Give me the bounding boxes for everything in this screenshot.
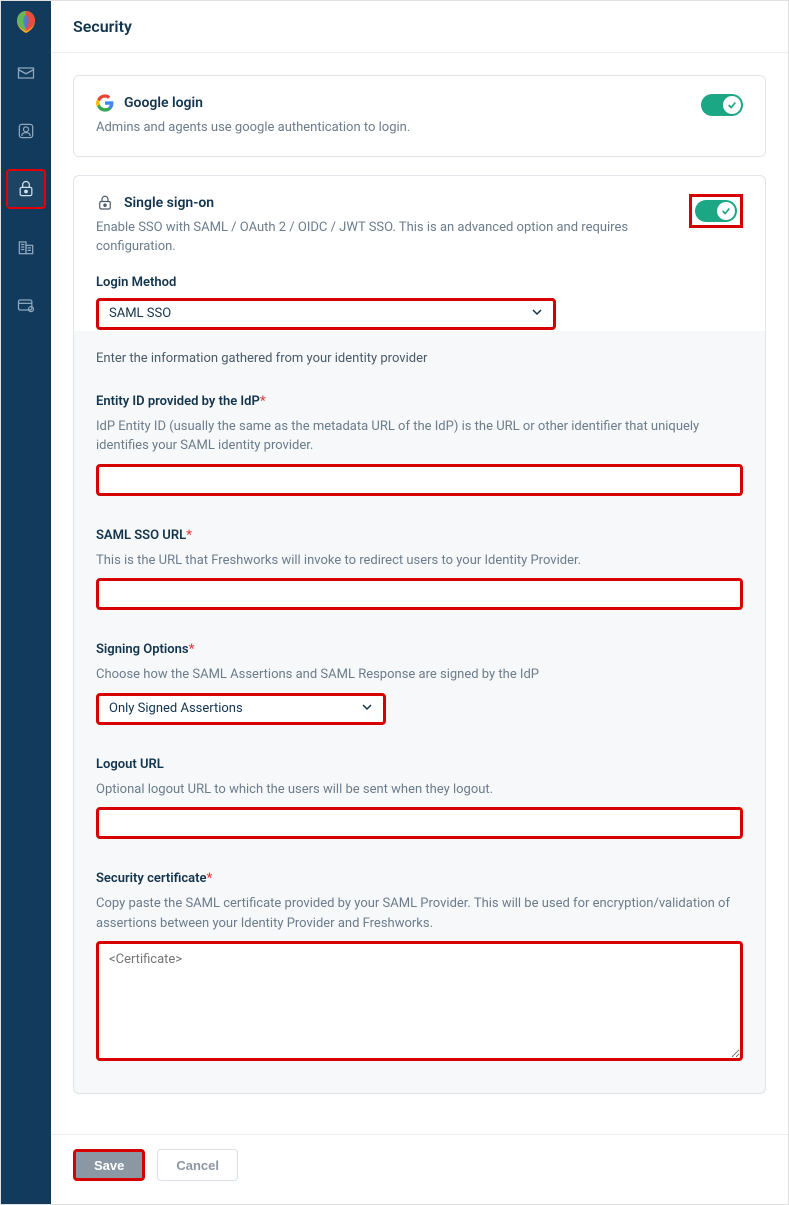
- entity-id-label: Entity ID provided by the IdP*: [96, 394, 743, 409]
- footer: Save Cancel: [51, 1134, 788, 1195]
- sso-toggle-highlight: [689, 194, 743, 228]
- sidebar-item-contacts[interactable]: [6, 111, 46, 151]
- signing-label: Signing Options*: [96, 642, 743, 657]
- signing-select[interactable]: Only Signed Assertions: [96, 693, 386, 725]
- entity-id-input[interactable]: [96, 464, 743, 496]
- google-login-card: Google login Admins and agents use googl…: [73, 75, 766, 157]
- entity-id-help: IdP Entity ID (usually the same as the m…: [96, 417, 743, 456]
- sso-toggle[interactable]: [695, 200, 737, 222]
- cert-help: Copy paste the SAML certificate provided…: [96, 894, 743, 933]
- toggle-knob: [723, 96, 741, 114]
- config-intro: Enter the information gathered from your…: [96, 351, 743, 366]
- cancel-button[interactable]: Cancel: [157, 1149, 238, 1181]
- page-header: Security: [51, 1, 788, 53]
- sidebar-item-security[interactable]: [6, 169, 46, 209]
- signing-value: Only Signed Assertions: [109, 701, 243, 716]
- google-icon: [96, 94, 114, 112]
- sso-desc: Enable SSO with SAML / OAuth 2 / OIDC / …: [96, 218, 675, 257]
- lock-icon: [96, 194, 114, 212]
- page-title: Security: [73, 17, 766, 36]
- login-method-label: Login Method: [96, 275, 743, 290]
- google-login-title: Google login: [124, 95, 203, 111]
- google-login-toggle[interactable]: [701, 94, 743, 116]
- chevron-down-icon: [361, 701, 373, 717]
- logout-url-input[interactable]: [96, 807, 743, 839]
- saml-config-section: Enter the information gathered from your…: [73, 331, 766, 1095]
- signing-help: Choose how the SAML Assertions and SAML …: [96, 665, 743, 685]
- sso-url-help: This is the URL that Freshworks will inv…: [96, 551, 743, 571]
- content: Google login Admins and agents use googl…: [51, 53, 788, 1134]
- sidebar-item-org[interactable]: [6, 227, 46, 267]
- logout-url-help: Optional logout URL to which the users w…: [96, 780, 743, 800]
- sidebar-item-inbox[interactable]: [6, 53, 46, 93]
- sidebar-item-billing[interactable]: [6, 285, 46, 325]
- sso-title: Single sign-on: [124, 195, 214, 211]
- login-method-value: SAML SSO: [109, 306, 171, 321]
- sidebar: [1, 1, 51, 1204]
- sso-url-input[interactable]: [96, 578, 743, 610]
- toggle-knob: [717, 202, 735, 220]
- app-logo: [13, 9, 39, 35]
- login-method-select[interactable]: SAML SSO: [96, 298, 556, 330]
- main: Security Google login Admins and agents …: [51, 1, 788, 1204]
- logout-url-label: Logout URL: [96, 757, 743, 772]
- cert-label: Security certificate*: [96, 871, 743, 886]
- sso-card: Single sign-on Enable SSO with SAML / OA…: [73, 175, 766, 349]
- save-button[interactable]: Save: [73, 1149, 145, 1181]
- google-login-desc: Admins and agents use google authenticat…: [96, 118, 687, 138]
- sso-url-label: SAML SSO URL*: [96, 528, 743, 543]
- chevron-down-icon: [531, 306, 543, 322]
- cert-textarea[interactable]: [96, 941, 743, 1061]
